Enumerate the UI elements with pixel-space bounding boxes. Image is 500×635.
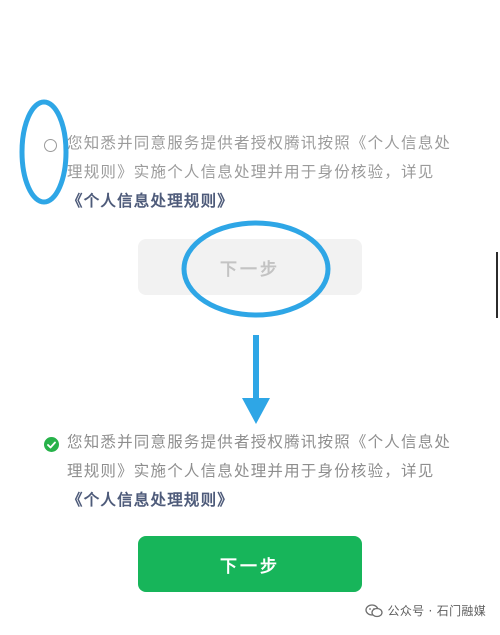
consent-text-after: 您知悉并同意服务提供者授权腾讯按照《个人信息处理规则》实施个人信息处理并用于身份… bbox=[67, 428, 457, 515]
consent-radio-unchecked-icon[interactable] bbox=[44, 139, 57, 152]
consent-statement: 您知悉并同意服务提供者授权腾讯按照《个人信息处理规则》实施个人信息处理并用于身份… bbox=[67, 433, 452, 480]
next-step-button-enabled[interactable]: 下一步 bbox=[138, 536, 362, 592]
watermark: 公众号 · 石门融媒 bbox=[364, 602, 486, 619]
consent-checkmark-icon[interactable] bbox=[44, 437, 59, 452]
wechat-icon bbox=[364, 603, 383, 618]
privacy-policy-link[interactable]: 《个人信息处理规则》 bbox=[67, 192, 234, 210]
consent-text-before: 您知悉并同意服务提供者授权腾讯按照《个人信息处理规则》实施个人信息处理并用于身份… bbox=[67, 129, 457, 216]
consent-statement: 您知悉并同意服务提供者授权腾讯按照《个人信息处理规则》实施个人信息处理并用于身份… bbox=[67, 134, 452, 181]
watermark-text: 公众号 · 石门融媒 bbox=[387, 604, 486, 618]
consent-panel-after: 您知悉并同意服务提供者授权腾讯按照《个人信息处理规则》实施个人信息处理并用于身份… bbox=[0, 400, 500, 635]
privacy-policy-link[interactable]: 《个人信息处理规则》 bbox=[67, 491, 234, 509]
consent-panel-before: 您知悉并同意服务提供者授权腾讯按照《个人信息处理规则》实施个人信息处理并用于身份… bbox=[0, 0, 500, 330]
edge-divider bbox=[496, 252, 498, 318]
next-step-button-disabled[interactable]: 下一步 bbox=[138, 239, 362, 295]
